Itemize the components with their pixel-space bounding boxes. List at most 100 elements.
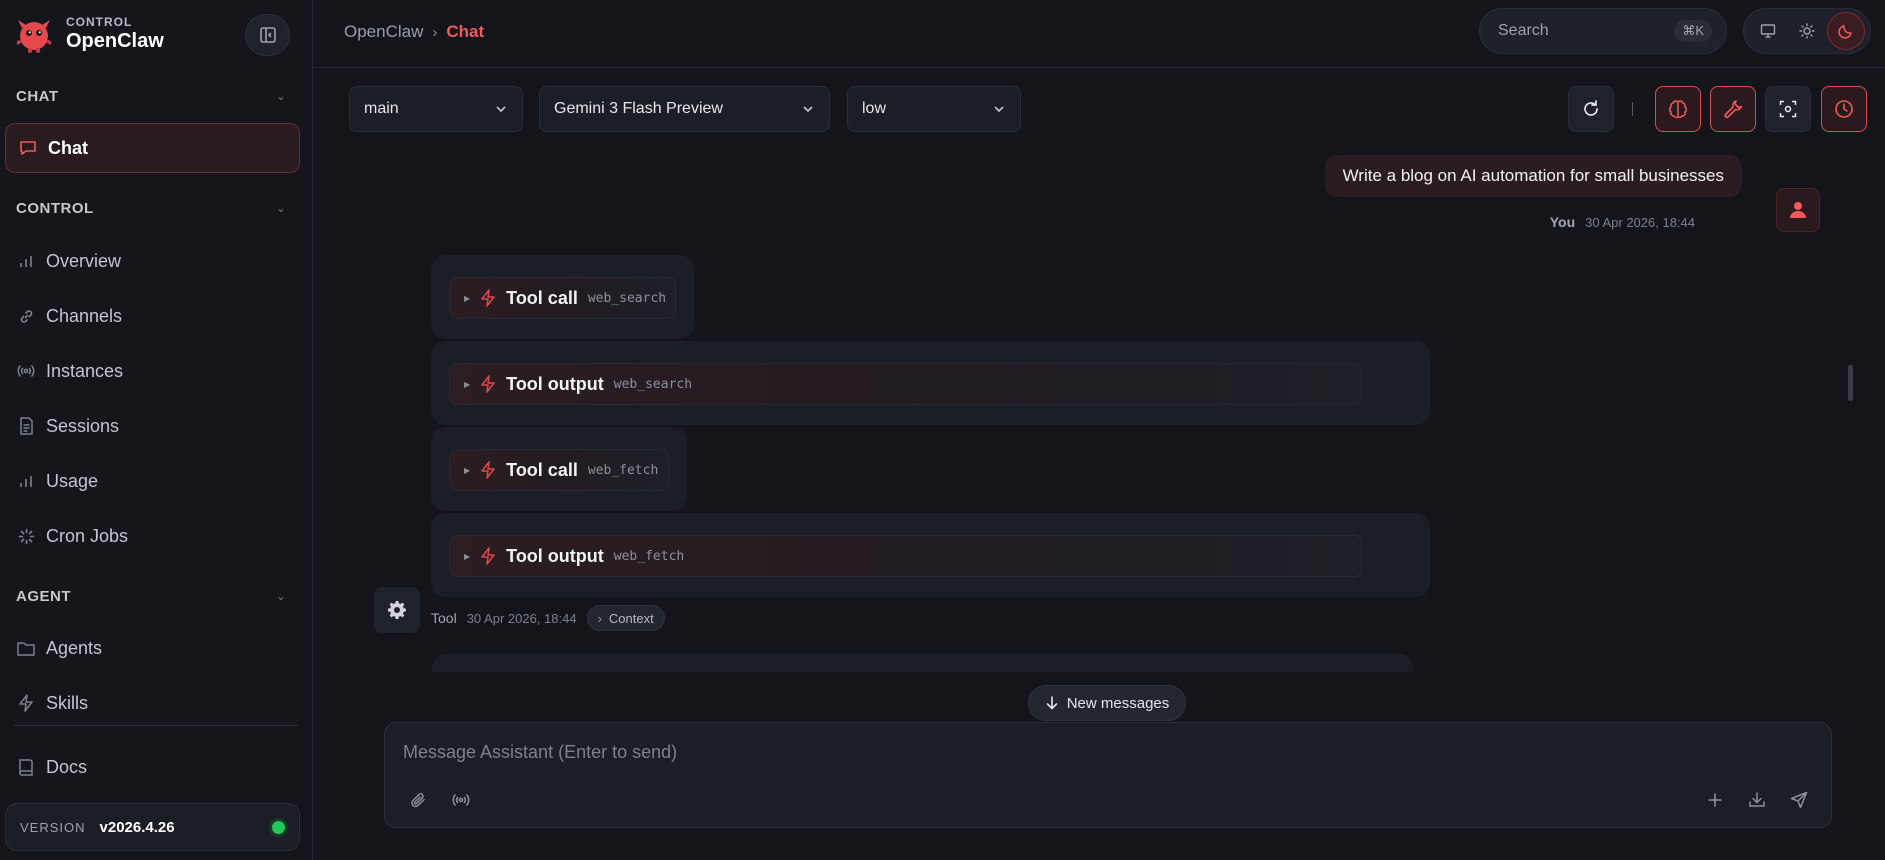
section-chat-title: CHAT	[16, 88, 59, 105]
search-shortcut: ⌘K	[1674, 20, 1712, 42]
sidebar-item-usage[interactable]: Usage	[16, 459, 296, 503]
toggle-tools-button[interactable]	[1710, 86, 1756, 132]
radio-icon	[452, 793, 470, 807]
sidebar-item-label: Sessions	[46, 415, 120, 436]
top-bar: OpenClaw › Chat Search ⌘K	[314, 0, 1885, 68]
focus-mode-button[interactable]	[1765, 86, 1811, 132]
collapse-sidebar-button[interactable]	[245, 14, 290, 56]
sidebar-item-label: Usage	[46, 470, 99, 491]
clock-icon	[1835, 100, 1853, 118]
status-indicator	[272, 821, 285, 834]
thinking-level-select[interactable]: low	[847, 86, 1021, 132]
sidebar-item-instances[interactable]: Instances	[16, 349, 296, 393]
tool-message-time: 30 Apr 2026, 18:44	[466, 610, 577, 626]
user-message-time: 30 Apr 2026, 18:44	[1585, 214, 1695, 230]
tool-call-card: ▶ Tool call web_search	[431, 255, 694, 339]
monitor-icon	[1760, 24, 1775, 38]
disclosure-triangle-icon: ▶	[464, 465, 471, 475]
send-button[interactable]	[1786, 787, 1812, 813]
sidebar-item-cron-jobs[interactable]: Cron Jobs	[16, 514, 296, 558]
brand-name: OpenClaw	[66, 30, 164, 52]
section-agent[interactable]: AGENT ⌄	[16, 588, 286, 605]
voice-button[interactable]	[448, 787, 474, 813]
section-control-title: CONTROL	[16, 200, 94, 217]
breadcrumb-root[interactable]: OpenClaw	[344, 22, 423, 42]
user-message-bubble: Write a blog on AI automation for small …	[1324, 155, 1742, 197]
sidebar-item-label: Overview	[46, 250, 122, 271]
tool-name: web_fetch	[587, 462, 659, 478]
section-control[interactable]: CONTROL ⌄	[16, 200, 286, 217]
history-button[interactable]	[1821, 86, 1867, 132]
user-message-meta: You 30 Apr 2026, 18:44	[1550, 214, 1695, 230]
openclaw-logo-icon	[16, 20, 52, 53]
radio-icon	[16, 361, 36, 381]
zap-icon	[480, 375, 496, 393]
model-select[interactable]: Gemini 3 Flash Preview	[539, 86, 830, 132]
sidebar-item-docs[interactable]: Docs	[16, 745, 296, 789]
toggle-thinking-button[interactable]	[1655, 86, 1701, 132]
tool-title: Tool call	[506, 287, 578, 308]
disclosure-triangle-icon: ▶	[464, 551, 471, 561]
user-avatar	[1776, 188, 1820, 232]
sidebar-divider	[14, 725, 298, 726]
thinking-level-value: low	[862, 100, 887, 117]
tool-output-toggle[interactable]: ▶ Tool output web_fetch	[449, 535, 1362, 577]
model-select-value: Gemini 3 Flash Preview	[554, 100, 723, 117]
breadcrumb-separator: ›	[432, 23, 438, 41]
download-icon	[1749, 792, 1765, 807]
sidebar-item-label: Agents	[46, 637, 103, 658]
attach-button[interactable]	[405, 787, 431, 813]
new-session-button[interactable]	[1702, 787, 1728, 813]
sidebar-toggle-icon	[259, 27, 276, 43]
context-button[interactable]: › Context	[586, 605, 665, 631]
sidebar-item-agents[interactable]: Agents	[16, 626, 296, 670]
wrench-icon	[1724, 100, 1743, 119]
file-text-icon	[16, 416, 36, 436]
tool-title: Tool output	[506, 373, 604, 394]
theme-dark-button[interactable]	[1827, 12, 1866, 50]
user-message-text: Write a blog on AI automation for small …	[1342, 166, 1724, 185]
sidebar-item-chat[interactable]: Chat	[5, 123, 300, 173]
refresh-button[interactable]	[1568, 86, 1614, 132]
send-icon	[1790, 791, 1808, 809]
sidebar-item-label: Docs	[46, 756, 88, 777]
sidebar-item-label: Instances	[46, 360, 124, 381]
folder-icon	[16, 638, 36, 658]
tool-call-toggle[interactable]: ▶ Tool call web_search	[449, 277, 676, 319]
new-messages-button[interactable]: New messages	[1028, 685, 1186, 721]
new-messages-label: New messages	[1066, 694, 1170, 712]
theme-system-button[interactable]	[1749, 12, 1787, 50]
tool-avatar	[374, 587, 420, 633]
sidebar-item-channels[interactable]: Channels	[16, 294, 296, 338]
focus-icon	[1779, 100, 1797, 118]
plus-icon	[1708, 793, 1722, 807]
search-input[interactable]: Search ⌘K	[1479, 8, 1727, 54]
section-agent-title: AGENT	[16, 588, 71, 605]
message-input[interactable]	[403, 737, 1803, 767]
section-chat[interactable]: CHAT ⌄	[16, 88, 286, 105]
chat-scrollbar[interactable]	[1848, 365, 1853, 401]
sidebar-item-overview[interactable]: Overview	[16, 239, 296, 283]
toolbar-separator	[1632, 102, 1633, 116]
search-placeholder: Search	[1498, 22, 1549, 39]
user-icon	[1790, 202, 1806, 218]
disclosure-triangle-icon: ▶	[464, 293, 471, 303]
export-button[interactable]	[1744, 787, 1770, 813]
session-select[interactable]: main	[349, 86, 523, 132]
theme-light-button[interactable]	[1788, 12, 1826, 50]
version-label: VERSION	[20, 819, 86, 835]
sidebar-item-sessions[interactable]: Sessions	[16, 404, 296, 448]
message-composer	[384, 722, 1832, 828]
brand[interactable]: CONTROL OpenClaw	[14, 14, 164, 54]
refresh-icon	[1584, 100, 1598, 116]
tool-title: Tool output	[506, 545, 604, 566]
chat-thread[interactable]: Write a blog on AI automation for small …	[314, 150, 1885, 672]
sidebar-item-skills[interactable]: Skills	[16, 681, 296, 725]
version-badge: VERSION v2026.4.26	[5, 803, 300, 851]
gear-icon	[388, 601, 406, 619]
tool-message-meta: Tool 30 Apr 2026, 18:44 › Context	[431, 605, 665, 631]
tool-call-toggle[interactable]: ▶ Tool call web_fetch	[449, 449, 669, 491]
theme-switcher	[1743, 8, 1871, 54]
tool-output-toggle[interactable]: ▶ Tool output web_search	[449, 363, 1362, 405]
user-message-author: You	[1549, 214, 1576, 230]
